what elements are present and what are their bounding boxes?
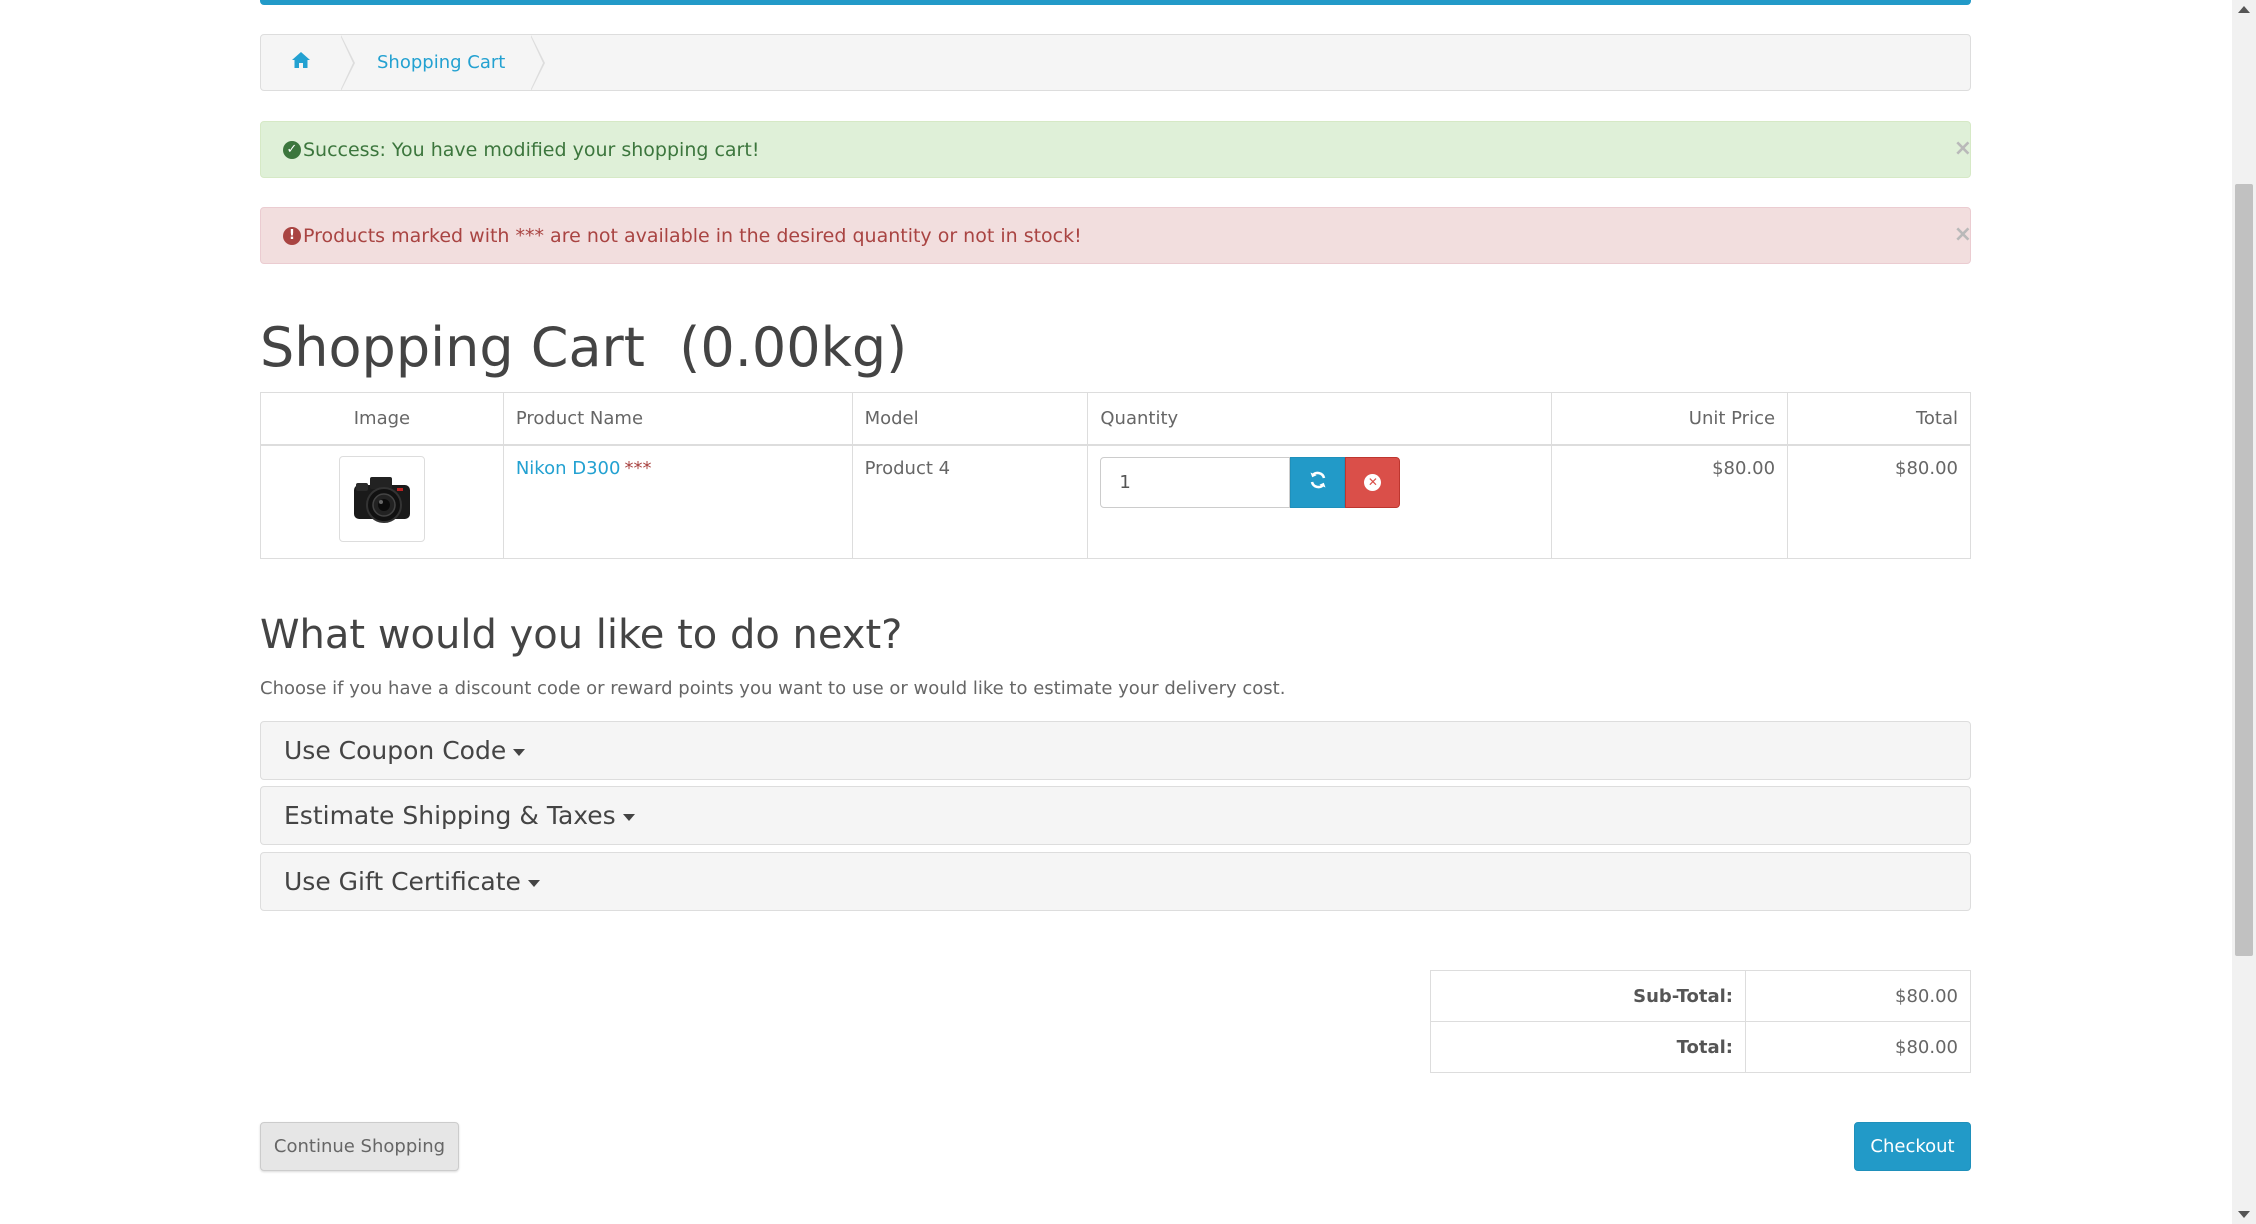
unit-price-cell: $80.00 bbox=[1551, 444, 1789, 559]
column-header-product-name: Product Name bbox=[502, 392, 853, 446]
refresh-icon bbox=[1308, 468, 1328, 496]
subtotal-label: Sub-Total: bbox=[1430, 970, 1746, 1022]
danger-alert: ! Products marked with *** are not avail… bbox=[260, 207, 1972, 264]
remove-button[interactable]: ✕ bbox=[1345, 456, 1401, 508]
table-row: Total: $80.00 bbox=[1430, 1021, 1971, 1073]
column-header-model: Model bbox=[851, 392, 1089, 446]
breadcrumb-shopping-cart[interactable]: Shopping Cart bbox=[341, 35, 546, 90]
total-cell: $80.00 bbox=[1787, 444, 1971, 559]
out-of-stock-marker: *** bbox=[624, 457, 652, 479]
top-accent-bar bbox=[260, 0, 1971, 5]
breadcrumb-cart-label: Shopping Cart bbox=[377, 52, 506, 73]
column-header-total: Total bbox=[1787, 392, 1971, 446]
cart-table-header-row: Image Product Name Model Quantity Unit P… bbox=[260, 392, 1971, 446]
next-steps-description: Choose if you have a discount code or re… bbox=[260, 678, 1286, 699]
panel-title: Use Coupon Code bbox=[284, 736, 507, 765]
breadcrumb: Shopping Cart bbox=[260, 34, 1971, 91]
next-steps-heading: What would you like to do next? bbox=[260, 612, 903, 658]
times-circle-icon: ✕ bbox=[1364, 473, 1382, 491]
close-icon[interactable]: × bbox=[1954, 136, 1972, 161]
product-image-cell bbox=[260, 444, 504, 559]
scroll-down-arrow-icon[interactable] bbox=[2238, 1211, 2250, 1218]
model-cell: Product 4 bbox=[851, 444, 1089, 559]
home-icon bbox=[291, 51, 311, 74]
column-header-image: Image bbox=[260, 392, 504, 446]
caret-down-icon bbox=[527, 880, 540, 887]
total-value: $80.00 bbox=[1745, 1021, 1971, 1073]
scrollbar-thumb[interactable] bbox=[2235, 184, 2253, 956]
success-alert-text: Success: You have modified your shopping… bbox=[303, 138, 760, 161]
breadcrumb-home[interactable] bbox=[261, 35, 355, 90]
subtotal-value: $80.00 bbox=[1745, 970, 1971, 1022]
caret-down-icon bbox=[513, 749, 526, 756]
vertical-scrollbar[interactable] bbox=[2232, 0, 2256, 1224]
coupon-panel-toggle[interactable]: Use Coupon Code bbox=[260, 721, 1971, 780]
product-link[interactable]: Nikon D300 bbox=[516, 458, 621, 479]
column-header-quantity: Quantity bbox=[1087, 392, 1553, 446]
total-label: Total: bbox=[1430, 1021, 1746, 1073]
panel-title: Estimate Shipping & Taxes bbox=[284, 801, 616, 830]
quantity-input[interactable] bbox=[1100, 456, 1291, 508]
table-row: Nikon D300*** Product 4 ✕ bbox=[260, 444, 1971, 559]
success-alert: ✓ Success: You have modified your shoppi… bbox=[260, 121, 1972, 178]
table-row: Sub-Total: $80.00 bbox=[1430, 970, 1971, 1022]
totals-table: Sub-Total: $80.00 Total: $80.00 bbox=[1430, 970, 1971, 1073]
quantity-cell: ✕ bbox=[1087, 444, 1553, 559]
checkout-button[interactable]: Checkout bbox=[1854, 1122, 1971, 1171]
update-button[interactable] bbox=[1290, 456, 1346, 508]
shipping-panel-toggle[interactable]: Estimate Shipping & Taxes bbox=[260, 786, 1971, 845]
caret-down-icon bbox=[622, 814, 635, 821]
exclamation-circle-icon: ! bbox=[283, 226, 301, 245]
check-circle-icon: ✓ bbox=[283, 140, 301, 159]
page-title: Shopping Cart (0.00kg) bbox=[260, 316, 908, 379]
gift-certificate-panel-toggle[interactable]: Use Gift Certificate bbox=[260, 852, 1971, 911]
danger-alert-text: Products marked with *** are not availab… bbox=[303, 224, 1082, 247]
column-header-unit-price: Unit Price bbox=[1551, 392, 1789, 446]
camera-thumbnail[interactable] bbox=[338, 455, 425, 542]
product-name-cell: Nikon D300 *** bbox=[502, 444, 853, 559]
continue-shopping-button[interactable]: Continue Shopping bbox=[260, 1122, 459, 1171]
close-icon[interactable]: × bbox=[1954, 222, 1972, 247]
panel-title: Use Gift Certificate bbox=[284, 867, 521, 896]
scroll-up-arrow-icon[interactable] bbox=[2238, 6, 2250, 13]
quantity-input-group: ✕ bbox=[1100, 456, 1539, 508]
cart-table: Image Product Name Model Quantity Unit P… bbox=[260, 392, 1971, 559]
